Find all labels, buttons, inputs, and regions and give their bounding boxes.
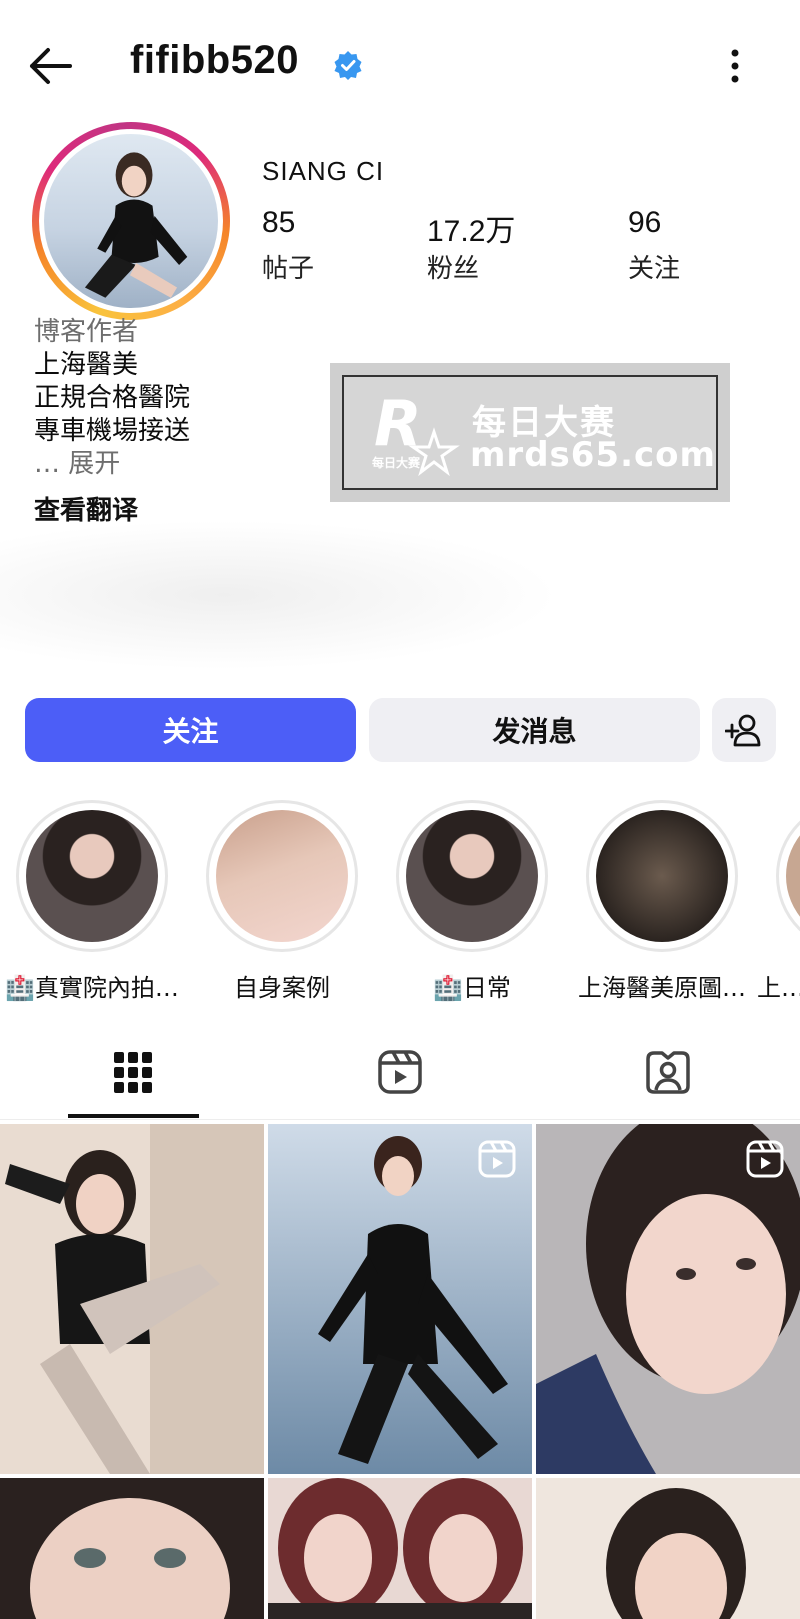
more-vertical-icon <box>731 49 739 83</box>
post-thumbnail[interactable] <box>536 1124 800 1474</box>
grid-icon <box>114 1052 152 1093</box>
verified-badge-icon <box>334 51 362 80</box>
message-button[interactable]: 发消息 <box>369 698 700 762</box>
highlight-label: 上… <box>757 974 800 1002</box>
highlight-cover <box>596 810 728 942</box>
tagged-icon <box>646 1051 690 1094</box>
reel-badge-icon <box>478 1140 516 1178</box>
highlight-label: 🏥真實院內拍… <box>5 974 179 1002</box>
following-count: 96 <box>628 206 662 239</box>
bio-line: 正規合格醫院 <box>34 383 191 413</box>
watermark-overlay: R 每日大赛 每日大赛 mrds65.com <box>330 363 730 502</box>
followers-count: 17.2万 <box>427 215 516 248</box>
bio-category: 博客作者 <box>34 317 139 347</box>
reels-icon <box>378 1050 422 1094</box>
highlight-label: 🏥日常 <box>433 974 511 1002</box>
blur-smudge <box>0 520 560 670</box>
highlight-label: 自身案例 <box>234 974 330 1002</box>
reel-badge-icon <box>746 1140 784 1178</box>
story-highlight[interactable]: 上海醫美原圖… <box>567 800 757 1003</box>
post-thumbnail[interactable] <box>0 1124 264 1474</box>
post-thumbnail[interactable] <box>0 1478 264 1619</box>
profile-bio: 博客作者 上海醫美 正規合格醫院 專車機場接送 … 展开 <box>34 316 190 481</box>
highlight-cover <box>26 810 158 942</box>
following-label: 关注 <box>628 254 681 284</box>
posts-count: 85 <box>262 206 296 239</box>
arrow-left-icon <box>30 48 72 84</box>
post-thumbnail[interactable] <box>268 1478 532 1619</box>
highlight-cover <box>406 810 538 942</box>
avatar-photo <box>44 134 218 308</box>
watermark-logo-icon: R 每日大赛 <box>372 387 460 477</box>
posts-label: 帖子 <box>262 254 315 284</box>
top-bar: fifibb520 <box>0 0 800 120</box>
followers-label: 粉丝 <box>427 254 480 284</box>
post-thumbnail[interactable] <box>536 1478 800 1619</box>
highlight-cover <box>786 810 800 942</box>
profile-username: fifibb520 <box>130 38 299 82</box>
back-button[interactable] <box>24 40 76 92</box>
person-add-icon <box>725 714 761 747</box>
active-tab-indicator <box>68 1114 199 1118</box>
tab-tagged[interactable] <box>640 1044 696 1100</box>
watermark-url-text: mrds65.com <box>470 435 716 475</box>
story-highlight[interactable]: 上… <box>757 800 800 1003</box>
follow-button[interactable]: 关注 <box>25 698 356 762</box>
story-highlight[interactable]: 🏥真實院內拍… <box>0 800 187 1003</box>
bio-line: 專車機場接送 <box>34 416 191 446</box>
profile-avatar[interactable] <box>32 122 230 320</box>
post-thumbnail[interactable] <box>268 1124 532 1474</box>
highlight-label: 上海醫美原圖… <box>578 974 746 1002</box>
followers-stat[interactable]: 17.2万 粉丝 <box>427 206 515 285</box>
bio-line: 上海醫美 <box>34 350 139 380</box>
tab-posts-grid[interactable] <box>105 1044 161 1100</box>
more-options-button[interactable] <box>715 40 755 92</box>
bio-expand-link[interactable]: … 展开 <box>34 448 190 481</box>
story-highlight[interactable]: 🏥日常 <box>377 800 567 1003</box>
profile-full-name: SIANG CI <box>262 156 385 186</box>
suggest-user-button[interactable] <box>712 698 776 762</box>
following-stat[interactable]: 96 关注 <box>628 206 680 285</box>
svg-text:每日大赛: 每日大赛 <box>372 455 421 470</box>
story-highlight[interactable]: 自身案例 <box>187 800 377 1003</box>
profile-tabs <box>0 1030 800 1120</box>
highlight-cover <box>216 810 348 942</box>
tab-reels[interactable] <box>372 1044 428 1100</box>
posts-stat: 85 帖子 <box>262 206 314 285</box>
